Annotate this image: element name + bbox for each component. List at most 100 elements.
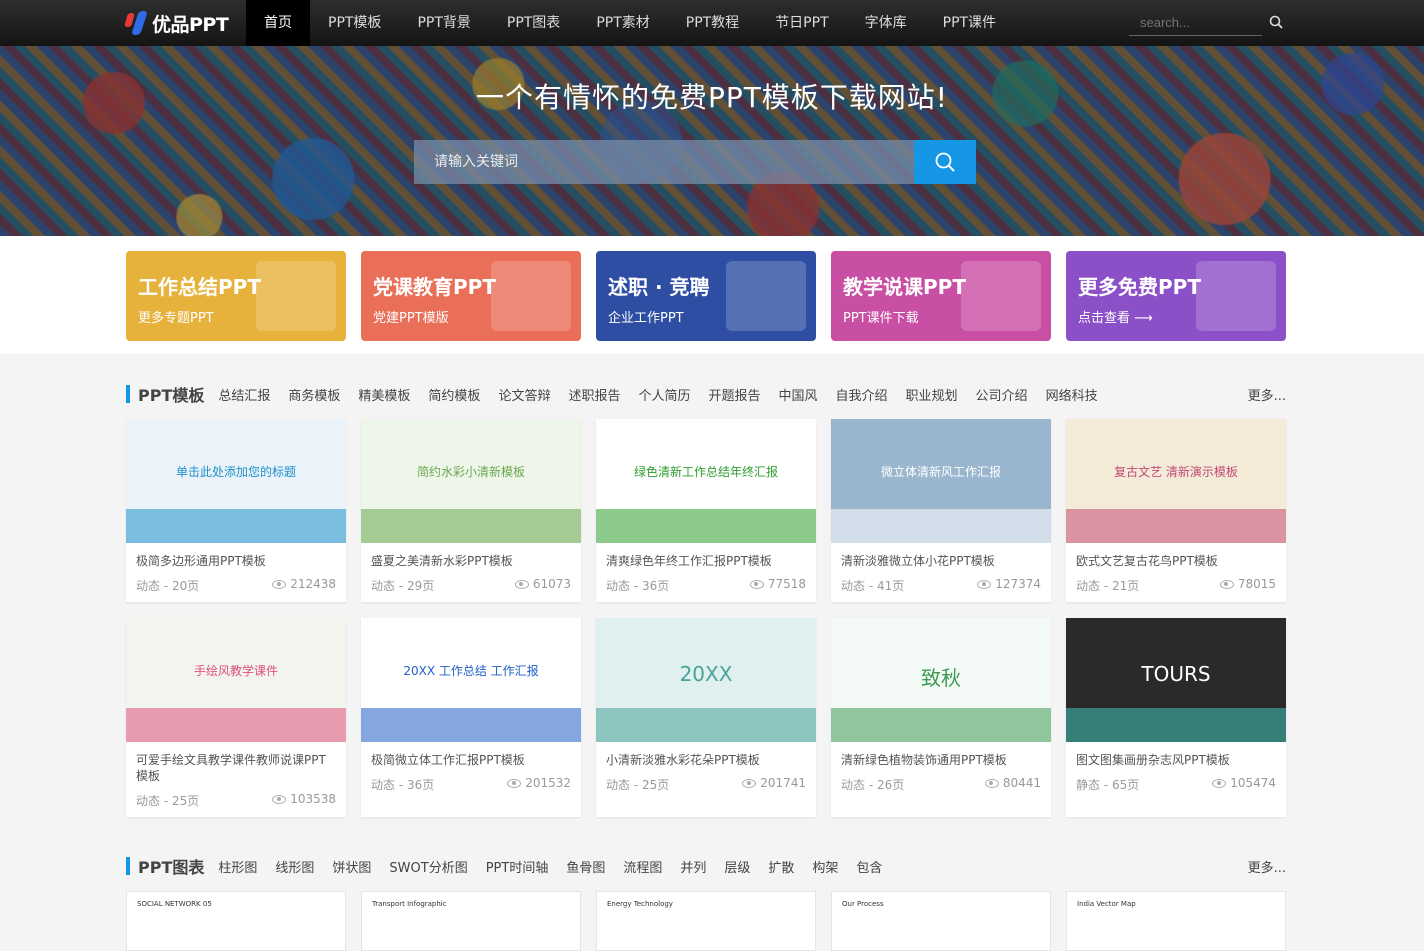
- template-card[interactable]: 手绘风教学课件 可爱手绘文具教学课件教师说课PPT模板 动态 - 25页 103538: [126, 618, 346, 817]
- search-icon[interactable]: [1269, 15, 1283, 29]
- view-count: 103538: [290, 792, 336, 806]
- section-tag[interactable]: 层级: [724, 857, 750, 876]
- section-tag[interactable]: 流程图: [623, 857, 662, 876]
- template-card[interactable]: 20XX 工作总结 工作汇报 极简微立体工作汇报PPT模板 动态 - 36页 2015…: [361, 618, 581, 817]
- section-tag[interactable]: PPT时间轴: [486, 857, 549, 876]
- section-tag[interactable]: 并列: [680, 857, 706, 876]
- promo-banner-title: 党课教育PPT: [373, 275, 496, 299]
- more-link[interactable]: 更多...: [1248, 857, 1286, 876]
- chart-thumbnail[interactable]: Energy Technology: [596, 891, 816, 951]
- template-title[interactable]: 极简微立体工作汇报PPT模板: [361, 742, 581, 768]
- section-tag[interactable]: 鱼骨图: [566, 857, 605, 876]
- template-title[interactable]: 极简多边形通用PPT模板: [126, 543, 346, 569]
- template-thumbnail[interactable]: TOURS: [1066, 618, 1286, 742]
- promo-banner-subtitle: 更多专题PPT: [138, 311, 214, 326]
- section-tag[interactable]: 论文答辩: [498, 385, 550, 404]
- chart-thumbnail-title: Our Process: [842, 900, 884, 908]
- section-tag[interactable]: 商务模板: [288, 385, 340, 404]
- thumbnail-decoration: [361, 708, 581, 742]
- template-card[interactable]: TOURS 图文图集画册杂志风PPT模板 静态 - 65页 105474: [1066, 618, 1286, 817]
- nav-item[interactable]: 首页: [246, 0, 310, 46]
- section-tag[interactable]: 公司介绍: [976, 385, 1028, 404]
- template-title[interactable]: 清爽绿色年终工作汇报PPT模板: [596, 543, 816, 569]
- section-title[interactable]: PPT图表: [138, 854, 204, 878]
- chart-thumbnail[interactable]: SOCIAL NETWORK 05: [126, 891, 346, 951]
- template-card[interactable]: 简约水彩小清新模板 盛夏之美清新水彩PPT模板 动态 - 29页 61073: [361, 419, 581, 602]
- section-tag[interactable]: 扩散: [768, 857, 794, 876]
- hero-search-input[interactable]: 请输入关键词: [414, 140, 914, 184]
- template-meta: 动态 - 25页 103538: [126, 784, 346, 817]
- template-pages: 动态 - 25页: [606, 778, 670, 792]
- promo-banner[interactable]: 更多免费PPT 点击查看 ⟶: [1066, 251, 1286, 341]
- section-tag[interactable]: 总结汇报: [218, 385, 270, 404]
- section-tag[interactable]: 开题报告: [708, 385, 760, 404]
- template-title[interactable]: 可爱手绘文具教学课件教师说课PPT模板: [126, 742, 346, 784]
- template-title[interactable]: 盛夏之美清新水彩PPT模板: [361, 543, 581, 569]
- template-thumbnail[interactable]: 简约水彩小清新模板: [361, 419, 581, 543]
- promo-banner[interactable]: 党课教育PPT 党建PPT模版: [361, 251, 581, 341]
- view-count: 212438: [290, 577, 336, 591]
- promo-banner-subtitle: 党建PPT模版: [373, 311, 449, 326]
- section-tag[interactable]: 柱形图: [218, 857, 257, 876]
- chart-thumbnail[interactable]: Transport Infographic: [361, 891, 581, 951]
- nav-item[interactable]: PPT图表: [489, 0, 578, 46]
- template-card[interactable]: 20XX 小清新淡雅水彩花朵PPT模板 动态 - 25页 201741: [596, 618, 816, 817]
- template-card[interactable]: 单击此处添加您的标题 极简多边形通用PPT模板 动态 - 20页 212438: [126, 419, 346, 602]
- template-views: 103538: [272, 792, 336, 809]
- charts-section: PPT图表 柱形图 线形图 饼状图 SWOT分析图 PPT时间轴 鱼骨图 流程图 并列 层级 扩散…: [126, 851, 1286, 951]
- section-tag[interactable]: 线形图: [275, 857, 314, 876]
- template-thumbnail[interactable]: 致秋: [831, 618, 1051, 742]
- template-title[interactable]: 小清新淡雅水彩花朵PPT模板: [596, 742, 816, 768]
- template-title[interactable]: 图文图集画册杂志风PPT模板: [1066, 742, 1286, 768]
- section-tag[interactable]: 个人简历: [638, 385, 690, 404]
- nav-item[interactable]: 节日PPT: [757, 0, 846, 46]
- section-tag[interactable]: 简约模板: [428, 385, 480, 404]
- section-tag[interactable]: 中国风: [779, 385, 818, 404]
- view-count: 78015: [1237, 577, 1276, 591]
- chart-thumbnail-title: SOCIAL NETWORK 05: [137, 900, 212, 908]
- template-card[interactable]: 复古文艺 清新演示模板 欧式文艺复古花鸟PPT模板动态 - 21页 78015: [1066, 419, 1286, 602]
- section-header: PPT模板 总结汇报 商务模板 精美模板 简约模板 论文答辩 述职报告 个人简历 开题报告 中国…: [126, 379, 1286, 409]
- nav-item[interactable]: PPT课件: [925, 0, 1014, 46]
- section-tag[interactable]: 职业规划: [906, 385, 958, 404]
- site-logo[interactable]: 优品PPT: [124, 8, 229, 38]
- promo-banner[interactable]: 述职 · 竞聘 企业工作PPT: [596, 251, 816, 341]
- eye-icon: [272, 795, 287, 804]
- section-title[interactable]: PPT模板: [138, 382, 204, 406]
- template-thumbnail[interactable]: 单击此处添加您的标题: [126, 419, 346, 543]
- section-tag[interactable]: 包含: [856, 857, 882, 876]
- template-card[interactable]: 绿色清新工作总结年终汇报 清爽绿色年终工作汇报PPT模板 动态 - 36页 77518: [596, 419, 816, 602]
- template-card[interactable]: 微立体清新风工作汇报 清新淡雅微立体小花PPT模板 动态 - 41页 127374: [831, 419, 1051, 602]
- more-link[interactable]: 更多...: [1248, 385, 1286, 404]
- nav-item[interactable]: 字体库: [847, 0, 925, 46]
- template-title[interactable]: 清新淡雅微立体小花PPT模板: [831, 543, 1051, 569]
- section-tag[interactable]: 构架: [812, 857, 838, 876]
- promo-banner[interactable]: 教学说课PPT PPT课件下载: [831, 251, 1051, 341]
- template-thumbnail[interactable]: 复古文艺 清新演示模板: [1066, 419, 1286, 543]
- template-thumbnail[interactable]: 绿色清新工作总结年终汇报: [596, 419, 816, 543]
- section-tag[interactable]: 网络科技: [1046, 385, 1098, 404]
- section-tag[interactable]: SWOT分析图: [389, 857, 467, 876]
- nav-item[interactable]: PPT教程: [668, 0, 757, 46]
- nav-item[interactable]: PPT模板: [310, 0, 399, 46]
- section-tag[interactable]: 精美模板: [358, 385, 410, 404]
- thumbnail-title: 单击此处添加您的标题: [175, 465, 296, 479]
- template-thumbnail[interactable]: 20XX: [596, 618, 816, 742]
- header-search-input[interactable]: [1129, 10, 1262, 36]
- template-title[interactable]: 欧式文艺复古花鸟PPT模板: [1066, 543, 1286, 569]
- template-thumbnail[interactable]: 微立体清新风工作汇报: [831, 419, 1051, 543]
- template-pages: 动态 - 21页: [1076, 579, 1140, 593]
- hero-search-button[interactable]: [914, 140, 976, 184]
- template-thumbnail[interactable]: 手绘风教学课件: [126, 618, 346, 742]
- chart-thumbnail[interactable]: India Vector Map: [1066, 891, 1286, 951]
- template-thumbnail[interactable]: 20XX 工作总结 工作汇报: [361, 618, 581, 742]
- chart-thumbnail[interactable]: Our Process: [831, 891, 1051, 951]
- section-tag[interactable]: 自我介绍: [836, 385, 888, 404]
- nav-item[interactable]: PPT素材: [578, 0, 667, 46]
- promo-banner[interactable]: 工作总结PPT 更多专题PPT: [126, 251, 346, 341]
- section-tag[interactable]: 饼状图: [332, 857, 371, 876]
- template-card[interactable]: 致秋 清新绿色植物装饰通用PPT模板 动态 - 26页 80441: [831, 618, 1051, 817]
- section-tag[interactable]: 述职报告: [568, 385, 620, 404]
- nav-item[interactable]: PPT背景: [399, 0, 488, 46]
- template-title[interactable]: 清新绿色植物装饰通用PPT模板: [831, 742, 1051, 768]
